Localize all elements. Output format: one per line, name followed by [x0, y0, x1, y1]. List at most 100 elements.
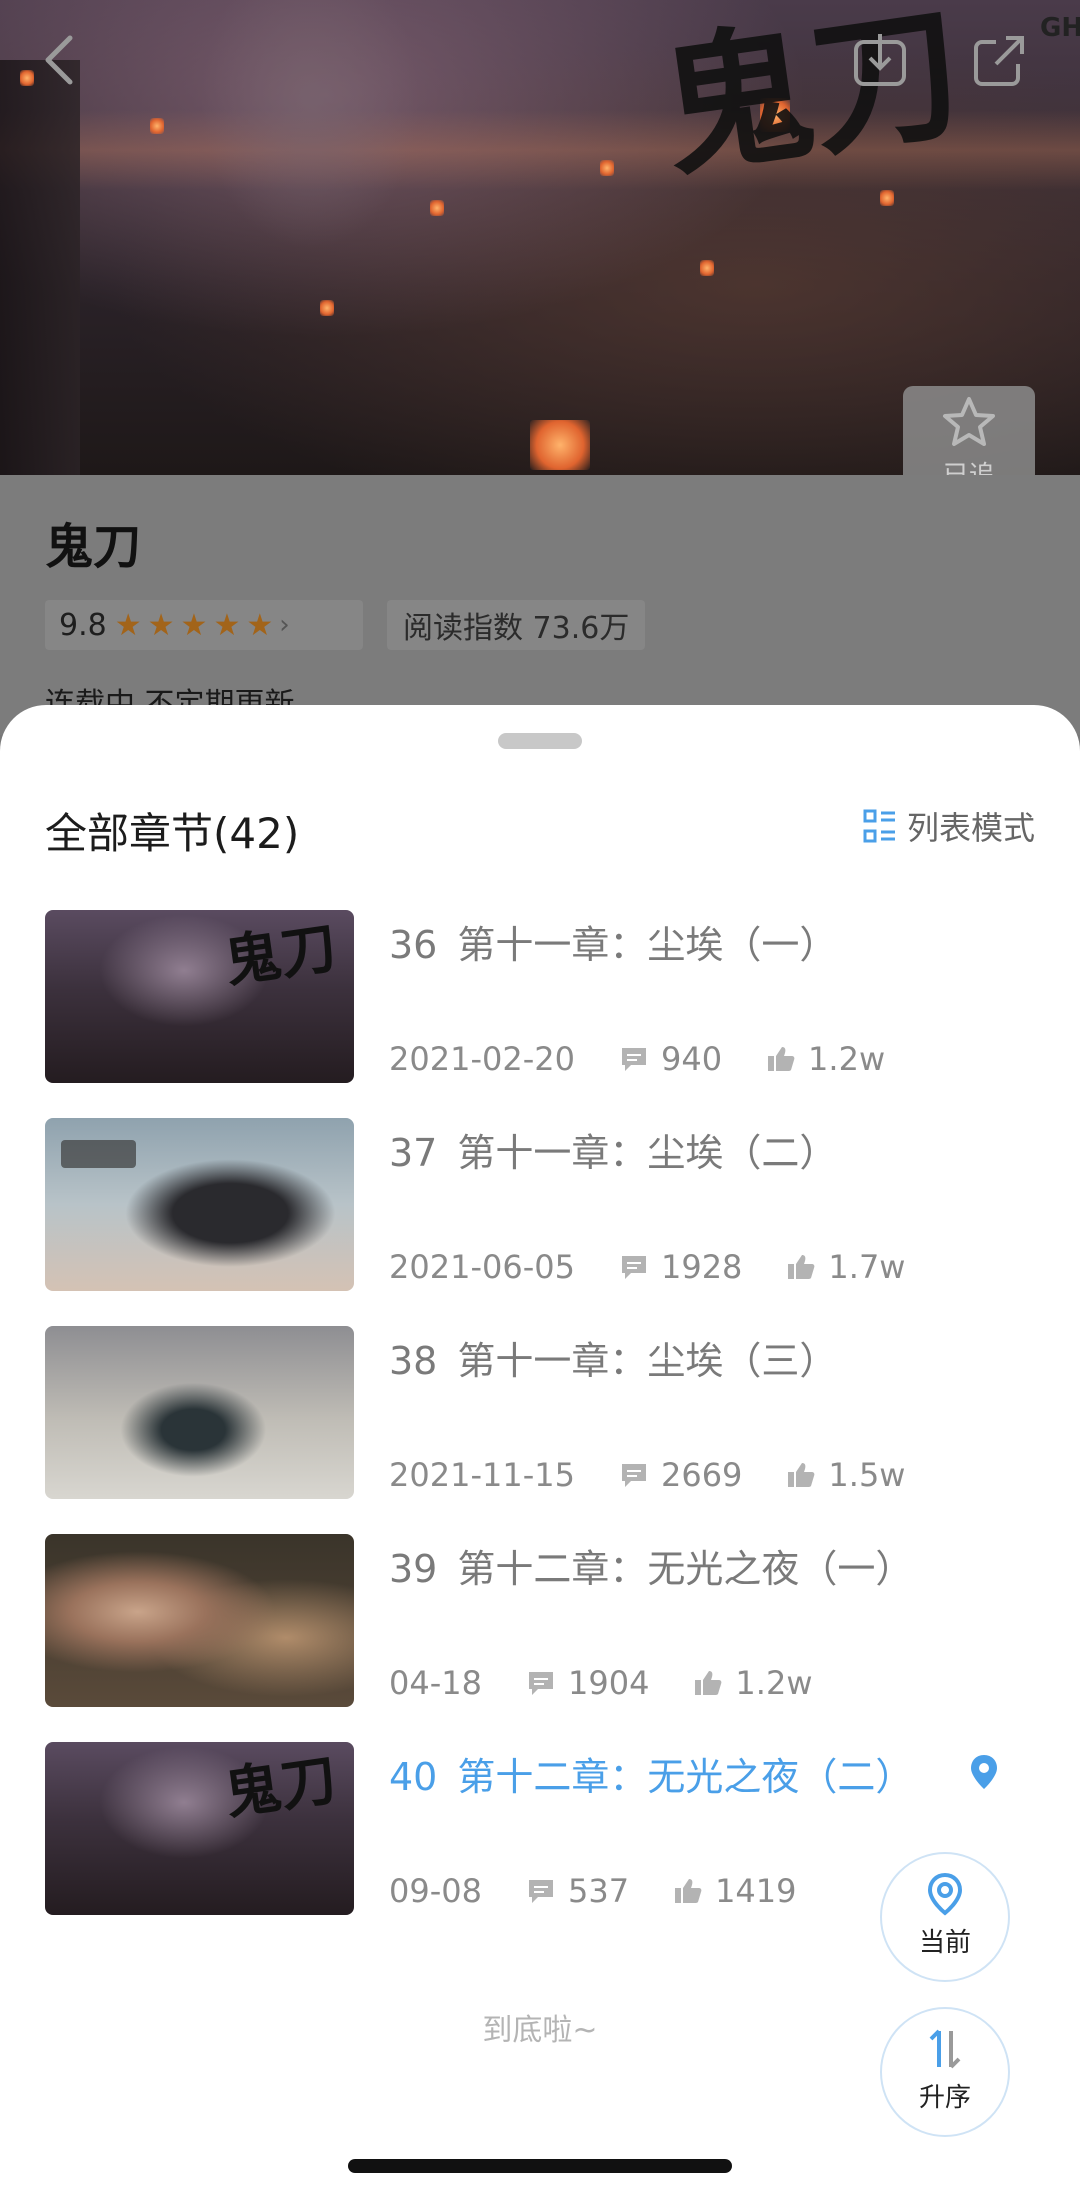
chapter-number: 40 [389, 1755, 438, 1799]
chapter-date: 2021-02-20 [389, 1040, 575, 1078]
chapter-thumbnail: 鬼刀 [45, 910, 354, 1083]
chapter-name: 第十一章：尘埃（二） [457, 1131, 838, 1175]
chapter-meta: 2021-06-05 1928 1.7w [389, 1248, 905, 1286]
location-pin-icon [971, 1755, 997, 1789]
chapter-thumbnail: 鬼刀 [45, 1742, 354, 1915]
lantern [600, 160, 614, 176]
chapter-date: 2021-06-05 [389, 1248, 575, 1286]
chevron-right-icon: › [279, 610, 290, 640]
chapter-item[interactable]: 鬼刀 36 第十一章：尘埃（一） 2021-02-20 940 1.2w [0, 910, 1080, 1118]
comment-icon [621, 1048, 646, 1071]
download-icon [854, 34, 906, 86]
chapter-title: 38 第十一章：尘埃（三） [389, 1330, 837, 1385]
home-indicator[interactable] [348, 2159, 732, 2173]
rating-box[interactable]: 9.8 ★ ★ ★ ★ ★ › [45, 600, 363, 650]
thumbnail-art-text: 鬼刀 [220, 1746, 341, 1828]
sheet-title: 全部章节(42) [45, 809, 300, 858]
thumbs-up-icon [768, 1047, 795, 1071]
comment-icon [621, 1464, 646, 1487]
chapter-thumbnail [45, 1534, 354, 1707]
chapter-name: 第十二章：无光之夜（一） [457, 1547, 914, 1591]
chapter-meta: 04-18 1904 1.2w [389, 1664, 812, 1702]
character-figure [200, 0, 420, 250]
comment-icon [528, 1672, 553, 1695]
chapter-item[interactable]: 38 第十一章：尘埃（三） 2021-11-15 2669 1.5w [0, 1326, 1080, 1534]
chapter-title: 40 第十二章：无光之夜（二） [389, 1746, 913, 1801]
thumbs-up-icon [788, 1463, 815, 1487]
like-count: 1.5w [828, 1456, 906, 1494]
chapter-thumbnail [45, 1326, 354, 1499]
sheet-drag-handle[interactable] [498, 733, 582, 749]
like-count: 1419 [715, 1872, 797, 1910]
lantern [530, 420, 590, 470]
chapter-number: 36 [389, 923, 438, 967]
lantern [320, 300, 334, 316]
chapter-date: 04-18 [389, 1664, 482, 1702]
chapter-item[interactable]: 37 第十一章：尘埃（二） 2021-06-05 1928 1.7w [0, 1118, 1080, 1326]
like-count: 1.7w [828, 1248, 906, 1286]
thumbs-up-icon [675, 1879, 702, 1903]
sort-order-button[interactable]: 升序 [880, 2007, 1010, 2137]
chapter-date: 2021-11-15 [389, 1456, 575, 1494]
book-info: 鬼刀 9.8 ★ ★ ★ ★ ★ › 阅读指数 73.6万 连载中 不定期更新 [0, 475, 1080, 735]
chapter-number: 37 [389, 1131, 438, 1175]
chapter-number: 39 [389, 1547, 438, 1591]
lantern [150, 118, 164, 134]
lantern [430, 200, 444, 216]
chapter-meta: 2021-02-20 940 1.2w [389, 1040, 885, 1078]
share-button[interactable] [970, 30, 1030, 90]
comment-count: 1904 [567, 1664, 650, 1702]
vertical-title: GHOSTBLADE [1040, 13, 1080, 43]
like-count: 1.2w [808, 1040, 886, 1078]
star-icon: ★ [180, 607, 208, 643]
thumbnail-art-text: 鬼刀 [220, 914, 341, 996]
jump-to-current-label: 当前 [918, 1928, 971, 1958]
comment-count: 2669 [660, 1456, 743, 1494]
star-icon: ★ [246, 607, 274, 643]
comment-count: 940 [660, 1040, 723, 1078]
list-grid-icon [863, 809, 895, 843]
jump-to-current-button[interactable]: 当前 [880, 1852, 1010, 1982]
chapter-number: 38 [389, 1339, 438, 1383]
share-icon [974, 36, 1024, 86]
chapter-thumbnail [45, 1118, 354, 1291]
chapter-name: 第十二章：无光之夜（二） [457, 1755, 914, 1799]
pillar [0, 60, 80, 475]
sort-icon [929, 2029, 961, 2069]
chapter-meta: 2021-11-15 2669 1.5w [389, 1456, 905, 1494]
back-button[interactable] [30, 30, 90, 90]
chapter-list: 鬼刀 36 第十一章：尘埃（一） 2021-02-20 940 1.2w 37 第十… [0, 910, 1080, 1950]
chapter-date: 09-08 [389, 1872, 482, 1910]
lantern [880, 190, 894, 206]
chapter-title: 36 第十一章：尘埃（一） [389, 914, 837, 969]
star-icon: ★ [114, 607, 142, 643]
chevron-left-icon [45, 35, 73, 85]
thumbs-up-icon [788, 1255, 815, 1279]
star-icon: ★ [213, 607, 241, 643]
rating-score: 9.8 [59, 607, 107, 643]
chapter-meta: 09-08 537 1419 [389, 1872, 797, 1910]
chapter-name: 第十一章：尘埃（一） [457, 923, 838, 967]
comment-count: 1928 [660, 1248, 743, 1286]
thumbs-up-icon [695, 1671, 722, 1695]
chapter-name: 第十一章：尘埃（三） [457, 1339, 838, 1383]
view-mode-toggle[interactable]: 列表模式 [863, 803, 1035, 849]
comment-icon [621, 1256, 646, 1279]
chapter-title: 37 第十一章：尘埃（二） [389, 1122, 837, 1177]
chapter-item[interactable]: 39 第十二章：无光之夜（一） 04-18 1904 1.2w [0, 1534, 1080, 1742]
star-icon: ★ [147, 607, 175, 643]
download-button[interactable] [850, 30, 910, 90]
star-icon [943, 397, 995, 446]
thumbnail-speech-bubble [61, 1140, 136, 1168]
location-icon [927, 1872, 963, 1916]
lantern [700, 260, 714, 276]
book-title: 鬼刀 [45, 519, 142, 575]
chapter-sheet: 全部章节(42) 列表模式 鬼刀 36 第十一章：尘埃（一） 2021-02-20… [0, 705, 1080, 2203]
comment-count: 537 [567, 1872, 630, 1910]
chapter-title: 39 第十二章：无光之夜（一） [389, 1538, 913, 1593]
sort-order-label: 升序 [918, 2083, 971, 2113]
view-mode-label: 列表模式 [906, 809, 1035, 847]
like-count: 1.2w [735, 1664, 813, 1702]
comment-icon [528, 1880, 553, 1903]
read-index: 阅读指数 73.6万 [387, 600, 646, 650]
